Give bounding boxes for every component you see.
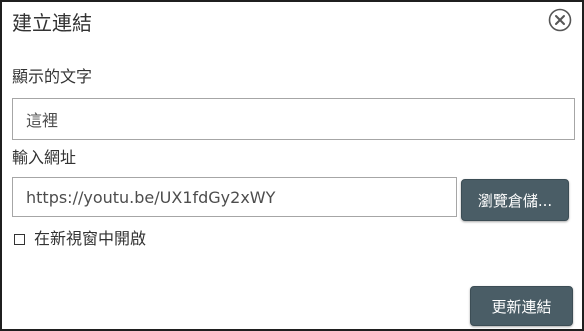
open-in-new-window-label: 在新視窗中開啟 [34, 229, 147, 248]
display-text-input[interactable] [12, 98, 575, 140]
close-circle-icon [548, 8, 572, 32]
display-text-label: 顯示的文字 [12, 67, 93, 86]
url-label: 輸入網址 [12, 148, 77, 167]
url-input[interactable] [12, 177, 457, 217]
open-in-new-window-checkbox[interactable] [14, 233, 25, 245]
create-link-dialog: 建立連結 顯示的文字 輸入網址 瀏覽倉儲... 在新視窗中開啟 更新連結 [0, 0, 584, 331]
dialog-title: 建立連結 [12, 11, 92, 35]
close-button[interactable] [548, 8, 572, 32]
open-in-new-window-option[interactable]: 在新視窗中開啟 [14, 228, 146, 250]
browse-repository-button[interactable]: 瀏覽倉儲... [461, 179, 569, 221]
update-link-button[interactable]: 更新連結 [470, 286, 573, 326]
